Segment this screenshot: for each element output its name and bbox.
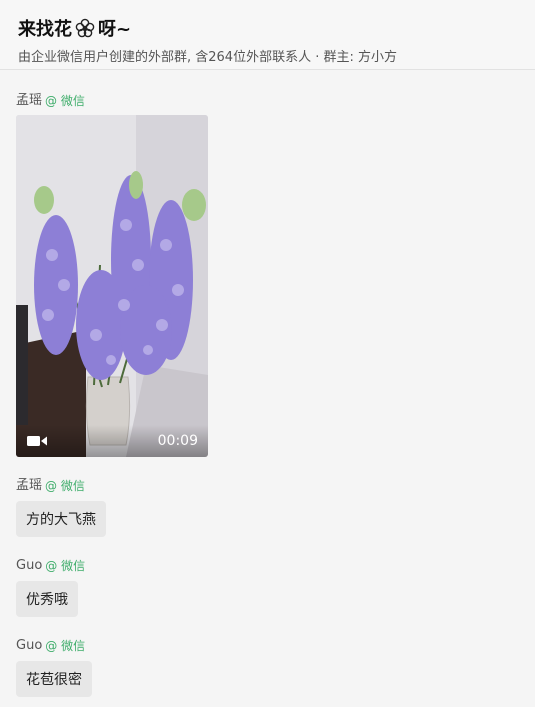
- message-bubble[interactable]: 优秀哦: [16, 581, 78, 617]
- sender-name: 孟瑶: [16, 478, 43, 493]
- sender-row: Guo @ 微信: [16, 637, 519, 655]
- video-camera-icon: [27, 436, 47, 446]
- message-list: 孟瑶 @ 微信 00:09 孟瑶 @ 微信 方的大飞燕 Guo @ 微信 优秀哦…: [0, 92, 535, 697]
- message-video: 孟瑶 @ 微信 00:09: [16, 92, 519, 457]
- message-bubble[interactable]: 方的大飞燕: [16, 501, 106, 537]
- video-preview-image: [16, 115, 208, 457]
- sender-name: 孟瑶: [16, 93, 43, 108]
- video-controls: 00:09: [16, 425, 208, 457]
- sender-name: Guo: [16, 638, 43, 653]
- message-text: 孟瑶 @ 微信 方的大飞燕: [16, 477, 519, 537]
- sender-row: Guo @ 微信: [16, 557, 519, 575]
- sender-row: 孟瑶 @ 微信: [16, 92, 519, 110]
- chat-header: 来找花 呀~ 由企业微信用户创建的外部群, 含264位外部联系人 · 群主: 方…: [0, 0, 535, 70]
- sender-name: Guo: [16, 558, 43, 573]
- message-text: Guo @ 微信 优秀哦: [16, 557, 519, 617]
- message-bubble[interactable]: 花苞很密: [16, 661, 92, 697]
- chat-title-row: 来找花 呀~: [18, 14, 517, 42]
- flower-icon: [75, 18, 95, 38]
- sender-source: @ 微信: [45, 479, 85, 493]
- video-thumbnail[interactable]: 00:09: [16, 115, 208, 457]
- chat-subtitle: 由企业微信用户创建的外部群, 含264位外部联系人 · 群主: 方小方: [18, 50, 397, 65]
- sender-source: @ 微信: [45, 559, 86, 573]
- chat-title: 来找花: [18, 19, 72, 40]
- chat-title-suffix: 呀~: [98, 19, 132, 40]
- sender-row: 孟瑶 @ 微信: [16, 477, 519, 495]
- video-duration: 00:09: [157, 433, 198, 449]
- sender-source: @ 微信: [45, 639, 86, 653]
- message-text: Guo @ 微信 花苞很密: [16, 637, 519, 697]
- sender-source: @ 微信: [45, 94, 85, 108]
